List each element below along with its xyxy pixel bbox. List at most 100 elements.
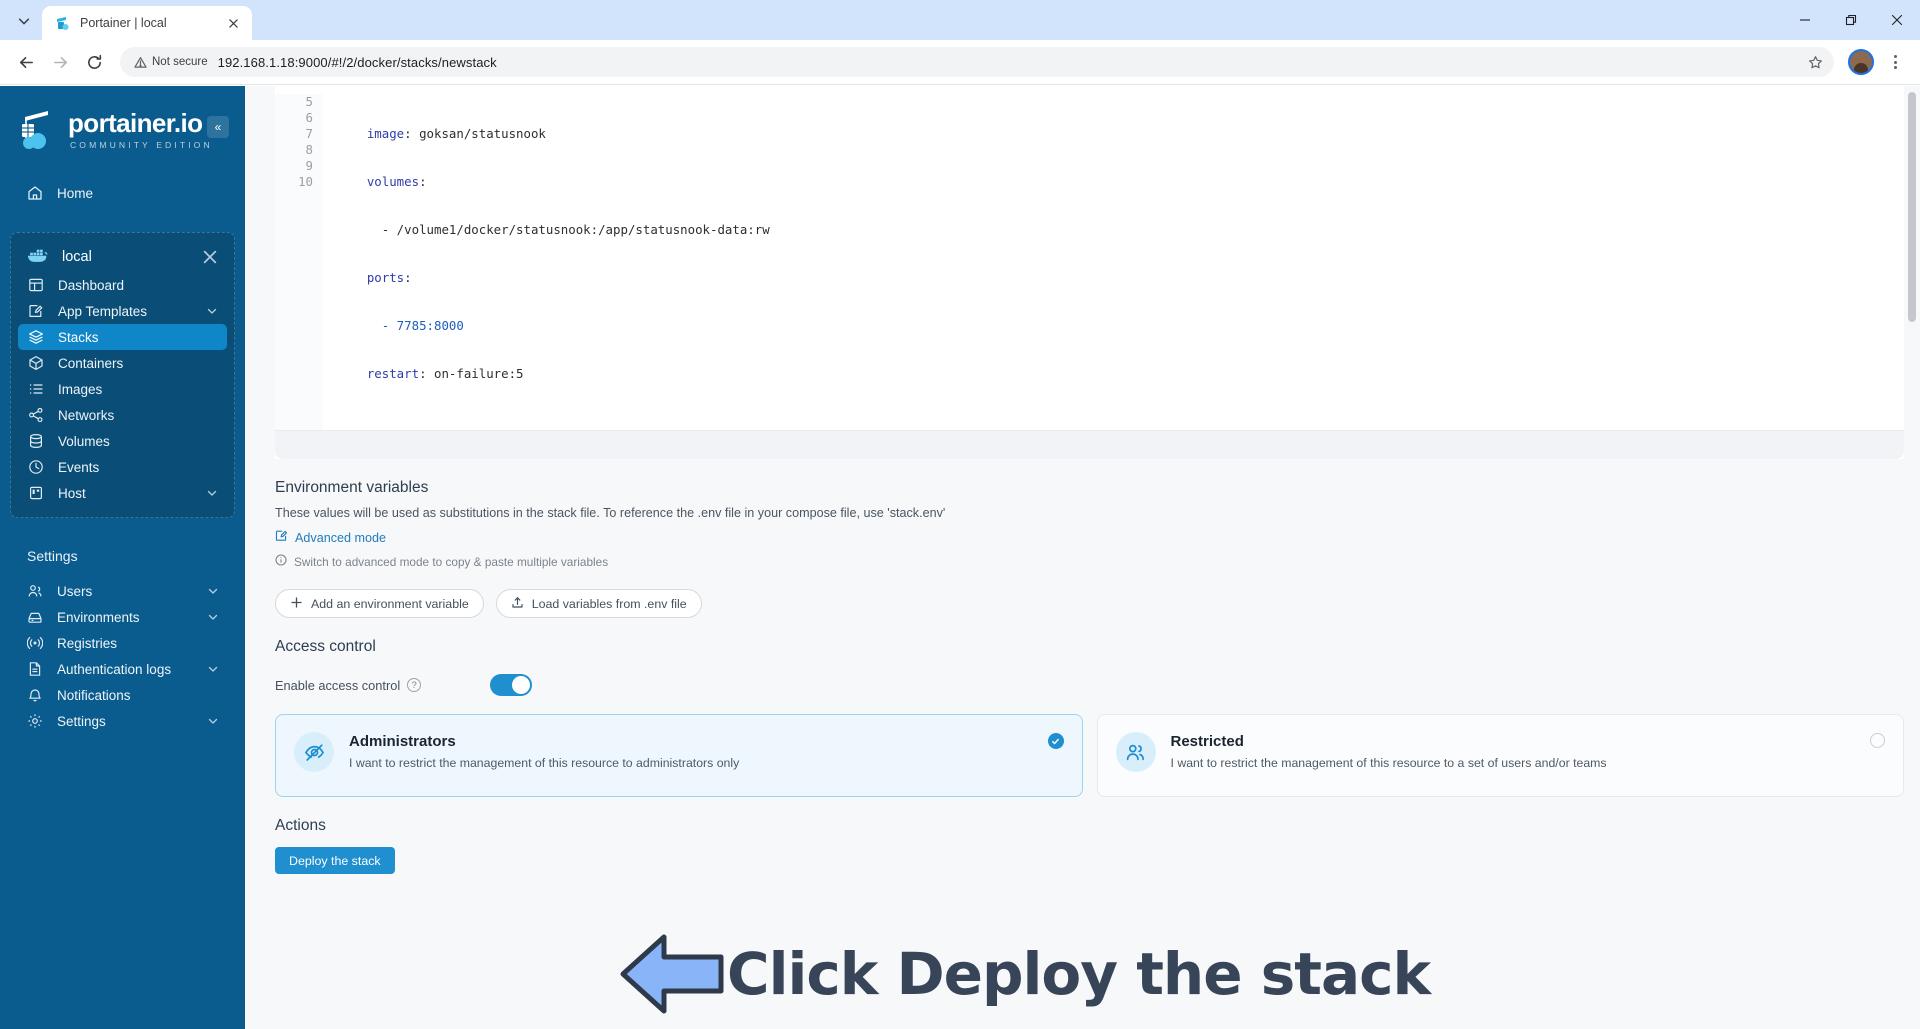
sidebar-item-users[interactable]: Users (17, 578, 228, 604)
advanced-mode-link[interactable]: Advanced mode (275, 529, 1904, 547)
yaml-key: ports (366, 270, 405, 285)
main-scrollbar-track[interactable] (1906, 86, 1918, 1029)
volumes-icon (27, 433, 44, 450)
access-control-toggle-label: Enable access control ? (275, 678, 490, 693)
events-icon (27, 459, 44, 476)
sidebar-item-home[interactable]: Home (17, 180, 228, 206)
sidebar-item-dashboard[interactable]: Dashboard (18, 272, 227, 298)
button-label: Add an environment variable (311, 596, 469, 611)
sidebar-item-environments[interactable]: Environments (17, 604, 228, 630)
actions-title: Actions (275, 817, 326, 834)
sidebar-item-containers[interactable]: Containers (18, 350, 227, 376)
bookmark-star-icon[interactable] (1802, 49, 1828, 75)
restore-icon[interactable] (1828, 0, 1874, 40)
radio-unselected-icon[interactable] (1870, 733, 1885, 748)
main-scrollbar-thumb[interactable] (1908, 92, 1916, 322)
tab-close-icon[interactable] (224, 14, 242, 32)
sidebar-item-host[interactable]: Host (18, 480, 227, 506)
chevron-down-icon[interactable] (207, 585, 219, 597)
sidebar-item-label: Containers (58, 355, 124, 371)
sidebar-item-label: Stacks (58, 329, 99, 345)
sidebar-item-registries[interactable]: Registries (17, 630, 228, 656)
sidebar: portainer.io COMMUNITY EDITION « Home lo… (0, 86, 245, 1029)
sidebar-settings-list: Users Environments Registries Authentica… (0, 578, 245, 734)
sidebar-item-label: Environments (57, 609, 140, 625)
sidebar-item-label: Registries (57, 635, 118, 651)
minimize-icon[interactable] (1782, 0, 1828, 40)
tab-search-icon[interactable] (10, 7, 38, 35)
sidebar-item-networks[interactable]: Networks (18, 402, 227, 428)
sidebar-item-app-templates[interactable]: App Templates (18, 298, 227, 324)
back-icon[interactable] (10, 46, 42, 78)
browser-tab[interactable]: Portainer | local (42, 6, 252, 40)
forward-icon[interactable] (44, 46, 76, 78)
sidebar-item-authentication-logs[interactable]: Authentication logs (17, 656, 228, 682)
chevron-down-icon[interactable] (207, 663, 219, 675)
tab-title: Portainer | local (80, 16, 167, 30)
editor-footer (275, 431, 1904, 459)
editor-line-numbers: 5 6 7 8 9 10 (275, 94, 323, 430)
sidebar-item-label: Images (58, 381, 103, 397)
reload-icon[interactable] (78, 46, 110, 78)
radio-selected-icon[interactable] (1047, 733, 1064, 749)
button-label: Load variables from .env file (531, 596, 687, 611)
plus-icon (290, 596, 303, 612)
advanced-mode-hint: Switch to advanced mode to copy & paste … (275, 553, 1904, 571)
sidebar-item-images[interactable]: Images (18, 376, 227, 402)
sidebar-item-volumes[interactable]: Volumes (18, 428, 227, 454)
load-env-file-button[interactable]: Load variables from .env file (495, 589, 702, 618)
access-option-restricted[interactable]: Restricted I want to restrict the manage… (1096, 714, 1904, 797)
images-icon (27, 381, 44, 398)
templates-icon (27, 303, 44, 320)
editor-code-area[interactable]: image: goksan/statusnook volumes: - /vol… (323, 94, 1904, 430)
sidebar-item-notifications[interactable]: Notifications (17, 682, 228, 708)
question-icon[interactable]: ? (407, 678, 422, 692)
sidebar-collapse-button[interactable]: « (207, 116, 229, 138)
deploy-the-stack-button[interactable]: Deploy the stack (275, 847, 395, 874)
sidebar-environment-header[interactable]: local (18, 242, 227, 272)
notifications-icon (26, 687, 43, 704)
sidebar-item-label: Home (57, 185, 94, 201)
environment-name: local (62, 249, 92, 265)
portainer-favicon-icon (54, 15, 71, 32)
chevron-down-icon[interactable] (207, 611, 219, 623)
code-editor[interactable]: 5 6 7 8 9 10 image: goksan/statusnook vo… (275, 86, 1904, 431)
close-icon[interactable] (1874, 0, 1920, 40)
close-icon[interactable] (202, 249, 218, 265)
sidebar-environment-group: local Dashboard App Templates Stacks Con… (10, 232, 235, 518)
stack-file-editor[interactable]: 5 6 7 8 9 10 image: goksan/statusnook vo… (275, 86, 1904, 459)
chevron-down-icon[interactable] (206, 487, 218, 499)
code-line: restart: on-failure:5 (366, 366, 524, 381)
sidebar-item-label: App Templates (58, 303, 148, 319)
option-title: Restricted (1170, 733, 1244, 750)
main-content: 5 6 7 8 9 10 image: goksan/statusnook vo… (245, 86, 1920, 1029)
info-icon (275, 553, 287, 571)
chrome-menu-icon[interactable] (1880, 47, 1910, 77)
enable-access-control-toggle[interactable] (490, 674, 532, 696)
code-line: image: goksan/statusnook (366, 126, 546, 141)
add-environment-variable-button[interactable]: Add an environment variable (275, 589, 484, 618)
sidebar-item-events[interactable]: Events (18, 454, 227, 480)
sidebar-item-label: Dashboard (58, 277, 125, 293)
sidebar-item-label: Volumes (58, 433, 110, 449)
sidebar-item-label: Host (58, 485, 86, 501)
yaml-key: image (366, 126, 405, 141)
site-security-badge[interactable]: Not secure (134, 56, 218, 69)
sidebar-item-settings[interactable]: Settings (17, 708, 228, 734)
chevron-down-icon[interactable] (207, 715, 219, 727)
sidebar-item-label: Settings (57, 713, 106, 729)
browser-window: Portainer | local Not secure 192.168.1.1… (0, 0, 1920, 1029)
option-title: Administrators (349, 733, 456, 750)
chevron-down-icon[interactable] (206, 305, 218, 317)
home-icon (26, 185, 43, 202)
option-subtitle: I want to restrict the management of thi… (1170, 756, 1607, 770)
access-control-options: Administrators I want to restrict the ma… (275, 714, 1904, 797)
address-bar[interactable]: Not secure 192.168.1.18:9000/#!/2/docker… (120, 47, 1834, 77)
sidebar-item-stacks[interactable]: Stacks (18, 324, 227, 350)
avatar[interactable] (1848, 49, 1874, 75)
code-line: - 7785:8000 (337, 318, 1904, 334)
access-option-administrators[interactable]: Administrators I want to restrict the ma… (275, 714, 1083, 797)
portainer-logo-icon (18, 108, 58, 152)
users-group-icon (1115, 732, 1156, 772)
containers-icon (27, 355, 44, 372)
